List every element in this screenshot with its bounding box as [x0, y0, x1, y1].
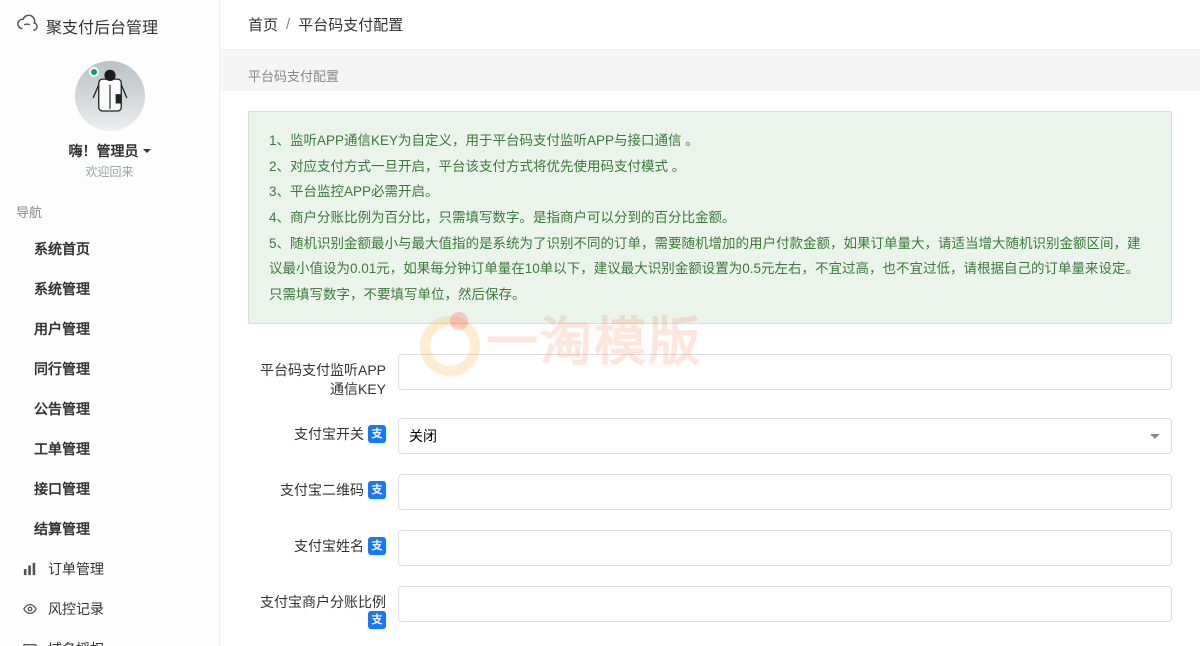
nav-label: 接口管理 [34, 479, 90, 499]
eye-icon [22, 602, 38, 616]
alipay-icon: 支 [368, 537, 386, 555]
section-label: 平台码支付配置 [220, 50, 1200, 91]
profile-block: 嗨！管理员 欢迎回来 [0, 51, 219, 194]
label-app-key: 平台码支付监听APP 通信KEY [248, 354, 398, 397]
alert-line: 4、商户分账比例为百分比，只需填写数字。是指商户可以分到的百分比金额。 [269, 205, 1151, 231]
row-wx-switch: 微信开关✓ 关闭 [248, 639, 1172, 646]
nav-label: 同行管理 [34, 359, 90, 379]
nav-label: 用户管理 [34, 319, 90, 339]
nav-item-orders[interactable]: 订单管理 [0, 549, 219, 589]
input-ali-ratio[interactable] [398, 586, 1172, 622]
alert-line: 3、平台监控APP必需开启。 [269, 179, 1151, 205]
row-ali-qr: 支付宝二维码支 [248, 464, 1172, 520]
brand: 聚支付后台管理 [0, 0, 219, 51]
row-ali-ratio: 支付宝商户分账比例 支 [248, 576, 1172, 639]
input-ali-name[interactable] [398, 530, 1172, 566]
caret-down-icon [143, 149, 151, 157]
alert-line: 2、对应支付方式一旦开启，平台该支付方式将优先使用码支付模式 。 [269, 154, 1151, 180]
nav-item-settlement[interactable]: 结算管理 [0, 509, 219, 549]
status-dot-icon [89, 67, 99, 77]
nav-label: 风控记录 [48, 599, 104, 619]
sidebar: 聚支付后台管理 嗨！管理员 欢迎回来 导航 系统首页 系统管理 用户管理 同行管… [0, 0, 220, 646]
input-app-key[interactable] [398, 354, 1172, 390]
label-ali-qr: 支付宝二维码支 [248, 474, 398, 499]
avatar [75, 61, 145, 131]
brand-title: 聚支付后台管理 [46, 14, 158, 38]
input-ali-qr[interactable] [398, 474, 1172, 510]
alipay-icon: 支 [368, 425, 386, 443]
nav-label: 工单管理 [34, 439, 90, 459]
nav-item-home[interactable]: 系统首页 [0, 229, 219, 269]
breadcrumb: 首页 / 平台码支付配置 [220, 0, 1200, 50]
profile-name-dropdown[interactable]: 嗨！管理员 [69, 141, 151, 161]
nav-label: 公告管理 [34, 399, 90, 419]
alert-line: 1、监听APP通信KEY为自定义，用于平台码支付监听APP与接口通信 。 [269, 128, 1151, 154]
cloud-icon [16, 12, 38, 39]
nav-item-tickets[interactable]: 工单管理 [0, 429, 219, 469]
row-ali-switch: 支付宝开关支 关闭 [248, 408, 1172, 464]
label-ali-name: 支付宝姓名支 [248, 530, 398, 555]
label-ali-switch: 支付宝开关支 [248, 418, 398, 443]
profile-welcome: 欢迎回来 [85, 163, 133, 180]
nav-label: 域名授权 [48, 639, 104, 646]
select-ali-switch[interactable]: 关闭 [398, 418, 1172, 454]
label-ali-ratio: 支付宝商户分账比例 支 [248, 586, 398, 629]
nav-label: 结算管理 [34, 519, 90, 539]
nav-label: 系统首页 [34, 239, 90, 259]
card-icon [22, 642, 38, 646]
alipay-icon: 支 [368, 611, 386, 629]
nav-label: 系统管理 [34, 279, 90, 299]
breadcrumb-current: 平台码支付配置 [298, 14, 403, 35]
nav-item-peers[interactable]: 同行管理 [0, 349, 219, 389]
main-content: 首页 / 平台码支付配置 平台码支付配置 1、监听APP通信KEY为自定义，用于… [220, 0, 1200, 646]
breadcrumb-sep: / [286, 16, 290, 33]
nav-label: 订单管理 [48, 559, 104, 579]
info-alert: 1、监听APP通信KEY为自定义，用于平台码支付监听APP与接口通信 。 2、对… [248, 111, 1172, 324]
nav-item-announce[interactable]: 公告管理 [0, 389, 219, 429]
nav-item-api[interactable]: 接口管理 [0, 469, 219, 509]
alert-line: 5、随机识别金额最小与最大值指的是系统为了识别不同的订单，需要随机增加的用户付款… [269, 231, 1151, 308]
breadcrumb-home[interactable]: 首页 [248, 14, 278, 35]
row-ali-name: 支付宝姓名支 [248, 520, 1172, 576]
nav-item-users[interactable]: 用户管理 [0, 309, 219, 349]
nav-item-risk[interactable]: 风控记录 [0, 589, 219, 629]
nav-section-title: 导航 [0, 194, 219, 229]
bar-chart-icon [22, 562, 38, 576]
nav-item-domain[interactable]: 域名授权 [0, 629, 219, 646]
alipay-icon: 支 [368, 481, 386, 499]
nav-item-system[interactable]: 系统管理 [0, 269, 219, 309]
row-app-key: 平台码支付监听APP 通信KEY [248, 344, 1172, 407]
config-panel: 1、监听APP通信KEY为自定义，用于平台码支付监听APP与接口通信 。 2、对… [220, 91, 1200, 646]
profile-greeting: 嗨！管理员 [69, 141, 139, 161]
